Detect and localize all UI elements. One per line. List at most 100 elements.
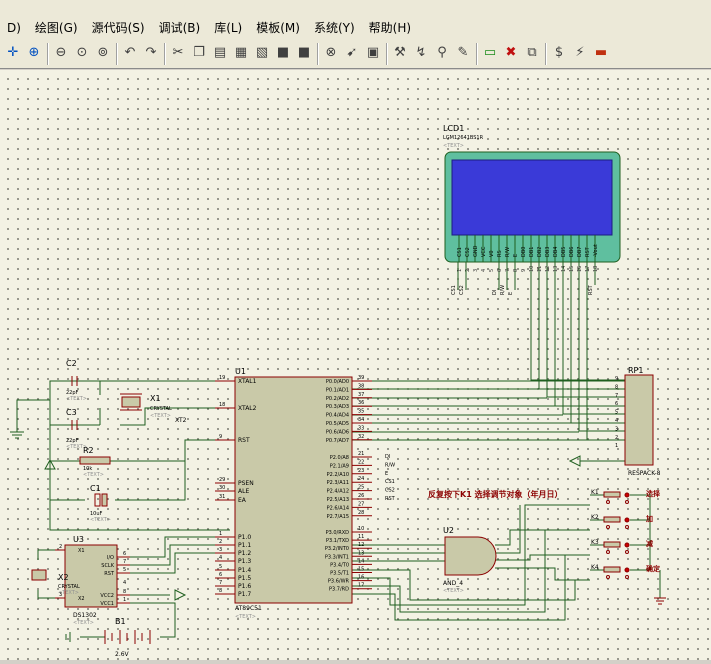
decompose-icon[interactable]: ⚒ [391,44,409,62]
paste-icon[interactable]: ▤ [211,44,229,62]
u1-net-label: RST [385,496,396,502]
u2-and-gate[interactable]: U2 AND_4 <TEXT> [443,526,497,594]
u1-pin-name: XTAL1 [238,378,257,385]
menu-item[interactable]: 库(L) [207,18,249,38]
pick-device-icon[interactable]: ⊗ [322,44,340,62]
new-sheet-icon[interactable]: ▭ [481,44,499,62]
undo-icon[interactable]: ↶ [121,44,139,62]
lcd-pin-number: 9 [521,269,527,272]
block-rotate-icon[interactable]: ■ [274,44,292,62]
toolbar-separator [164,43,166,65]
search-tag-icon[interactable]: ⚲ [433,44,451,62]
u3-pin-name: VCC1 [100,601,114,607]
u1-pin-number: 32 [358,434,364,440]
rp1-pin-number: 9 [615,376,618,382]
copy-icon[interactable]: ❐ [190,44,208,62]
lcd-pin-label: V0 [489,250,495,257]
r2-resistor[interactable]: R2 10k <TEXT> [79,446,111,478]
u1-pin-name: P2.1/A9 [330,463,349,469]
u1-pin-name: P1.0 [238,534,251,541]
block-delete-icon[interactable]: ■ [295,44,313,62]
toolbar-separator [476,43,478,65]
u1-text: <TEXT> [235,614,256,620]
ground-symbol-icon [654,597,666,605]
package-icon[interactable]: ▣ [364,44,382,62]
key-ref: K1 [591,489,599,496]
ares-icon[interactable]: ▬ [592,44,610,62]
schematic-drawing[interactable]: LCD1 LGM12641BS1R <TEXT> CS1 1 CS2 2 GND 3 VCC… [0,70,711,660]
x2-text: <TEXT> [58,590,79,596]
u1-pin-number: 22 [358,459,364,465]
lcd-pin-number: 2 [465,269,471,272]
u1-pin-number: 18 [219,402,225,408]
lcd-pin-label: DB0 [521,247,527,257]
menu-item[interactable]: D) [0,18,28,38]
menu-item[interactable]: 源代码(S) [85,18,152,38]
redo-icon[interactable]: ↷ [142,44,160,62]
lcd-component[interactable]: LCD1 LGM12641BS1R <TEXT> CS1 1 CS2 2 GND 3 VCC… [443,124,621,295]
u1-pin-number: 1 [219,531,222,537]
menu-item[interactable]: 调试(B) [152,18,208,38]
make-device-icon[interactable]: ➹ [343,44,361,62]
lcd-net-label: RST [588,284,594,295]
lcd-pin-label: DB6 [569,247,575,257]
wire-autorouter-icon[interactable]: ↯ [412,44,430,62]
u1-pin-number: 39 [358,375,364,381]
u1-pin-name: P1.2 [238,550,251,557]
c3-capacitor[interactable]: C3 22pF <TEXT> [66,408,87,450]
schematic-canvas[interactable]: LCD1 LGM12641BS1R <TEXT> CS1 1 CS2 2 GND 3 VCC… [0,70,711,660]
b1-value: 2.6V [115,651,130,658]
block-move-icon[interactable]: ▧ [253,44,271,62]
u1-pin-number: 5 [219,564,222,570]
lcd-pin-number: 6 [497,269,503,272]
c1-text: <TEXT> [90,517,111,523]
block-copy-icon[interactable]: ▦ [232,44,250,62]
c1-capacitor[interactable]: C1 10uF <TEXT> [90,484,111,523]
lcd-pin-number: 1 [457,269,463,272]
property-tool-icon[interactable]: ✎ [454,44,472,62]
lcd-ref: LCD1 [443,124,464,133]
u1-net-label: CS2 [385,488,395,494]
zoom-area-icon[interactable]: ⊙ [73,44,91,62]
lcd-pin-number: 12 [545,266,551,272]
menu-item[interactable]: 模板(M) [249,18,307,38]
rp1-pins: 9 8 7 6 5 4 3 2 1 [615,376,618,449]
b1-battery[interactable]: B1 2.6V [104,617,151,658]
x1-text: <TEXT> [150,413,171,419]
u1-pin-number: 13 [358,550,364,556]
key-label: 确定 [646,564,660,573]
zoom-child-icon[interactable]: ⧉ [523,44,541,62]
u3-pin-name: RST [104,571,115,577]
toolbar-separator [47,43,49,65]
u1-pin-name: P2.3/A11 [327,480,349,486]
lcd-pin-label: GND [473,245,479,257]
u3-value: DS1302 [73,612,97,619]
remove-sheet-icon[interactable]: ✖ [502,44,520,62]
rp1-resistor-pack[interactable]: RP1 RESPACK-8 9 8 7 6 5 4 3 2 1 [615,366,661,477]
u1-pin-number: 11 [358,534,364,540]
x1-crystal[interactable]: X1 CRYSTAL <TEXT> XT2 [120,393,187,424]
lcd-pin-number: 16 [577,266,583,272]
zoom-all-icon[interactable]: ⊚ [94,44,112,62]
u1-microcontroller[interactable]: U1 AT89C51 <TEXT> 19 XTAL118 XTAL29 RST29 PS… [215,367,396,620]
bom-icon[interactable]: $ [550,44,568,62]
zoom-in-icon[interactable]: ⊕ [25,44,43,62]
u1-pin-name: P3.4/T0 [330,562,349,568]
menu-item[interactable]: 系统(Y) [307,18,362,38]
key-ref: K2 [591,514,599,521]
menu-item[interactable]: 帮助(H) [362,18,418,38]
electrical-check-icon[interactable]: ⚡ [571,44,589,62]
zoom-out-icon[interactable]: ⊖ [52,44,70,62]
lcd-pin-label: CS2 [465,247,471,257]
toolbar-separator [545,43,547,65]
cut-icon[interactable]: ✂ [169,44,187,62]
lcd-pin-number: 15 [569,266,575,272]
plus-icon[interactable]: ✛ [4,44,22,62]
b1-ref: B1 [115,617,126,626]
menu-item[interactable]: 绘图(G) [28,18,85,38]
u1-pin-name: P1.3 [238,558,251,565]
u1-pin-number: 30 [219,485,225,491]
u1-pin-name: RST [238,437,250,444]
toolbar-separator [317,43,319,65]
u1-pin-name: P1.6 [238,583,251,590]
